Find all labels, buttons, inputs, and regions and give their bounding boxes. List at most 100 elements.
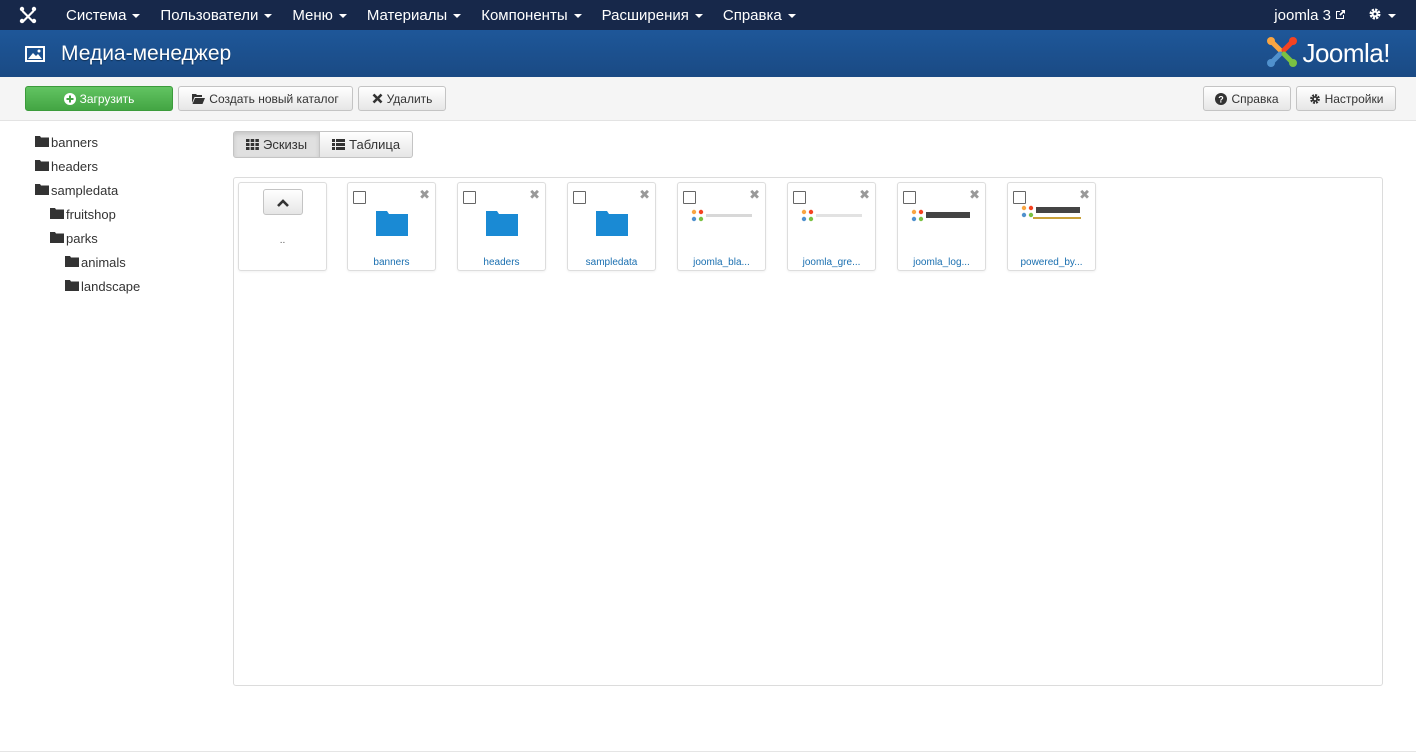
select-checkbox[interactable]: [683, 191, 696, 204]
view-switcher: Эскизы Таблица: [233, 131, 414, 158]
menu-help[interactable]: Справка: [713, 0, 806, 30]
tree-item-banners[interactable]: banners: [35, 134, 98, 150]
tree-item-parks[interactable]: parks: [50, 230, 98, 246]
folder-icon: [50, 207, 64, 222]
svg-text:?: ?: [1219, 94, 1225, 104]
thumb-parent-folder[interactable]: ..: [238, 182, 327, 271]
create-folder-button[interactable]: Создать новый каталог: [178, 86, 353, 111]
folder-icon: [50, 231, 64, 246]
brand-text: Joomla!: [1302, 38, 1390, 68]
help-button[interactable]: ? Справка: [1203, 86, 1291, 111]
up-folder-button[interactable]: [263, 189, 303, 215]
delete-x-icon[interactable]: ✖: [419, 187, 430, 203]
tab-thumbnails[interactable]: Эскизы: [233, 131, 321, 158]
select-checkbox[interactable]: [903, 191, 916, 204]
parent-folder-label: ..: [279, 235, 286, 246]
thumb-folder-headers[interactable]: ✖ headers: [457, 182, 546, 271]
folder-icon: [595, 209, 628, 239]
delete-x-icon[interactable]: ✖: [859, 187, 870, 203]
select-checkbox[interactable]: [1013, 191, 1026, 204]
delete-x-icon[interactable]: ✖: [749, 187, 760, 203]
gear-icon: [1309, 93, 1321, 105]
tree-item-sampledata[interactable]: sampledata: [35, 182, 118, 198]
caret-down-icon: [694, 14, 703, 18]
thumb-label[interactable]: joomla_log...: [898, 257, 985, 268]
delete-button[interactable]: Удалить: [358, 86, 446, 111]
site-link[interactable]: joomla 3: [1262, 7, 1358, 24]
tree-item-animals[interactable]: animals: [65, 254, 126, 270]
media-thumbnails-area: .. ✖ banners ✖ headers ✖ sampledata ✖ jo…: [233, 177, 1383, 686]
select-checkbox[interactable]: [573, 191, 586, 204]
thumb-label[interactable]: joomla_bla...: [678, 257, 765, 268]
joomla-logo-thumbnail-icon: [911, 209, 973, 226]
navbar-right: joomla 3: [1262, 0, 1416, 30]
plus-circle-icon: [63, 92, 76, 105]
tab-table[interactable]: Таблица: [320, 131, 414, 158]
caret-down-icon: [453, 14, 462, 18]
joomla-logo-thumbnail-icon: [801, 209, 863, 226]
delete-x-icon[interactable]: ✖: [529, 187, 540, 203]
main-menu: Система Пользователи Меню Материалы Комп…: [56, 0, 806, 30]
delete-x-icon[interactable]: ✖: [639, 187, 650, 203]
grid-icon: [246, 139, 259, 150]
thumb-folder-banners[interactable]: ✖ banners: [347, 182, 436, 271]
close-icon: [372, 93, 383, 104]
thumb-image-joomla-black[interactable]: ✖ joomla_bla...: [677, 182, 766, 271]
folder-icon: [35, 159, 49, 174]
folder-icon: [485, 209, 518, 239]
menu-system[interactable]: Система: [56, 0, 150, 30]
caret-down-icon: [264, 14, 273, 18]
tree-item-landscape[interactable]: landscape: [65, 278, 140, 294]
options-button[interactable]: Настройки: [1296, 86, 1396, 111]
menu-menus[interactable]: Меню: [282, 0, 357, 30]
menu-components[interactable]: Компоненты: [471, 0, 591, 30]
joomla-brand: Joomla!: [1266, 36, 1390, 71]
powered-by-joomla-thumbnail-icon: [1021, 205, 1083, 224]
footer-divider: [0, 751, 1416, 752]
gear-icon: [1368, 7, 1382, 24]
folder-icon: [35, 135, 49, 150]
caret-down-icon: [338, 14, 347, 18]
select-checkbox[interactable]: [463, 191, 476, 204]
question-circle-icon: ?: [1215, 92, 1228, 105]
menu-content[interactable]: Материалы: [357, 0, 471, 30]
page-header: Медиа-менеджер Joomla!: [0, 30, 1416, 77]
menu-users[interactable]: Пользователи: [150, 0, 282, 30]
thumb-label[interactable]: headers: [458, 257, 545, 268]
page-title: Медиа-менеджер: [61, 41, 232, 65]
external-link-icon: [1335, 7, 1346, 24]
chevron-up-icon: [277, 195, 289, 210]
select-checkbox[interactable]: [353, 191, 366, 204]
select-checkbox[interactable]: [793, 191, 806, 204]
delete-x-icon[interactable]: ✖: [969, 187, 980, 203]
thumb-image-joomla-green[interactable]: ✖ joomla_gre...: [787, 182, 876, 271]
delete-x-icon[interactable]: ✖: [1079, 187, 1090, 203]
caret-down-icon: [573, 14, 582, 18]
menu-extensions[interactable]: Расширения: [592, 0, 713, 30]
folder-icon: [375, 209, 408, 239]
joomla-brand-logo-icon: [1266, 36, 1298, 71]
list-icon: [332, 139, 346, 150]
joomla-logo-icon[interactable]: [0, 0, 56, 30]
user-menu-toggle[interactable]: [1358, 7, 1416, 24]
thumb-image-joomla-logo[interactable]: ✖ joomla_log...: [897, 182, 986, 271]
thumb-label[interactable]: sampledata: [568, 257, 655, 268]
toolbar: Загрузить Создать новый каталог Удалить …: [0, 77, 1416, 121]
thumb-label[interactable]: joomla_gre...: [788, 257, 875, 268]
caret-down-icon: [1388, 14, 1396, 18]
thumb-label[interactable]: banners: [348, 257, 435, 268]
thumb-image-powered-by[interactable]: ✖ powered_by...: [1007, 182, 1096, 271]
folder-icon: [35, 183, 49, 198]
tree-item-headers[interactable]: headers: [35, 158, 98, 174]
folder-icon: [65, 255, 79, 270]
upload-button[interactable]: Загрузить: [25, 86, 173, 111]
folder-icon: [65, 279, 79, 294]
top-navbar: Система Пользователи Меню Материалы Комп…: [0, 0, 1416, 30]
thumb-label[interactable]: powered_by...: [1008, 257, 1095, 268]
image-icon: [25, 45, 45, 62]
thumb-folder-sampledata[interactable]: ✖ sampledata: [567, 182, 656, 271]
caret-down-icon: [132, 14, 141, 18]
folder-open-icon: [192, 93, 206, 104]
tree-item-fruitshop[interactable]: fruitshop: [50, 206, 116, 222]
joomla-logo-thumbnail-icon: [691, 209, 753, 226]
